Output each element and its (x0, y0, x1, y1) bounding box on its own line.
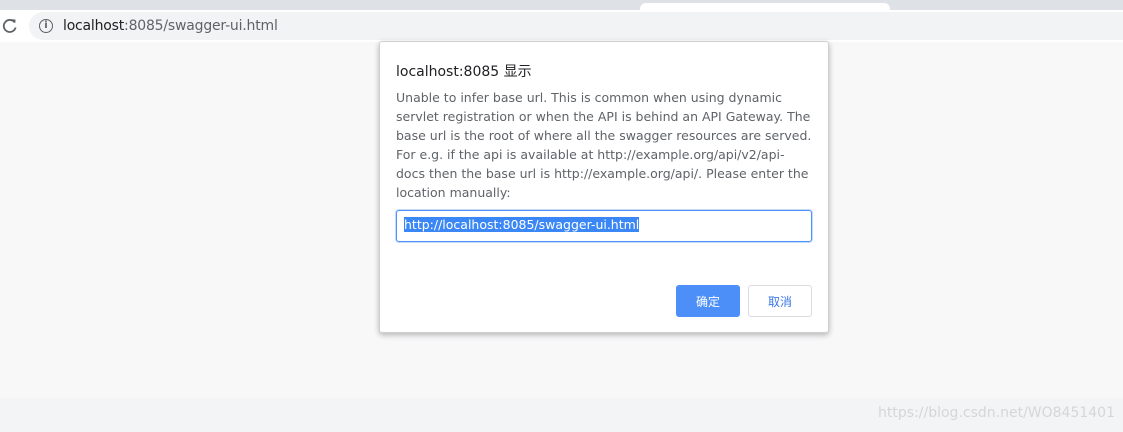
input-selected-text: http://localhost:8085/swagger-ui.html (404, 217, 640, 232)
watermark: https://blog.csdn.net/WO8451401 (878, 405, 1115, 421)
reload-button[interactable] (0, 16, 20, 36)
tab-strip (0, 0, 1123, 10)
browser-toolbar: i localhost:8085/swagger-ui.html (0, 10, 1123, 42)
reload-icon (2, 19, 17, 33)
cancel-button[interactable]: 取消 (748, 285, 812, 317)
address-bar[interactable]: i localhost:8085/swagger-ui.html (29, 12, 1123, 40)
url-path: :8085/swagger-ui.html (124, 18, 278, 34)
active-tab[interactable] (640, 3, 890, 10)
prompt-dialog: localhost:8085 显示 Unable to infer base u… (379, 41, 829, 333)
dialog-title: localhost:8085 显示 (396, 64, 532, 80)
ok-button[interactable]: 确定 (676, 285, 740, 317)
base-url-input[interactable]: http://localhost:8085/swagger-ui.html (396, 210, 812, 242)
info-icon[interactable]: i (39, 19, 53, 33)
url-host: localhost (63, 18, 125, 34)
dialog-message: Unable to infer base url. This is common… (396, 90, 812, 200)
url-text[interactable]: localhost:8085/swagger-ui.html (63, 18, 278, 34)
